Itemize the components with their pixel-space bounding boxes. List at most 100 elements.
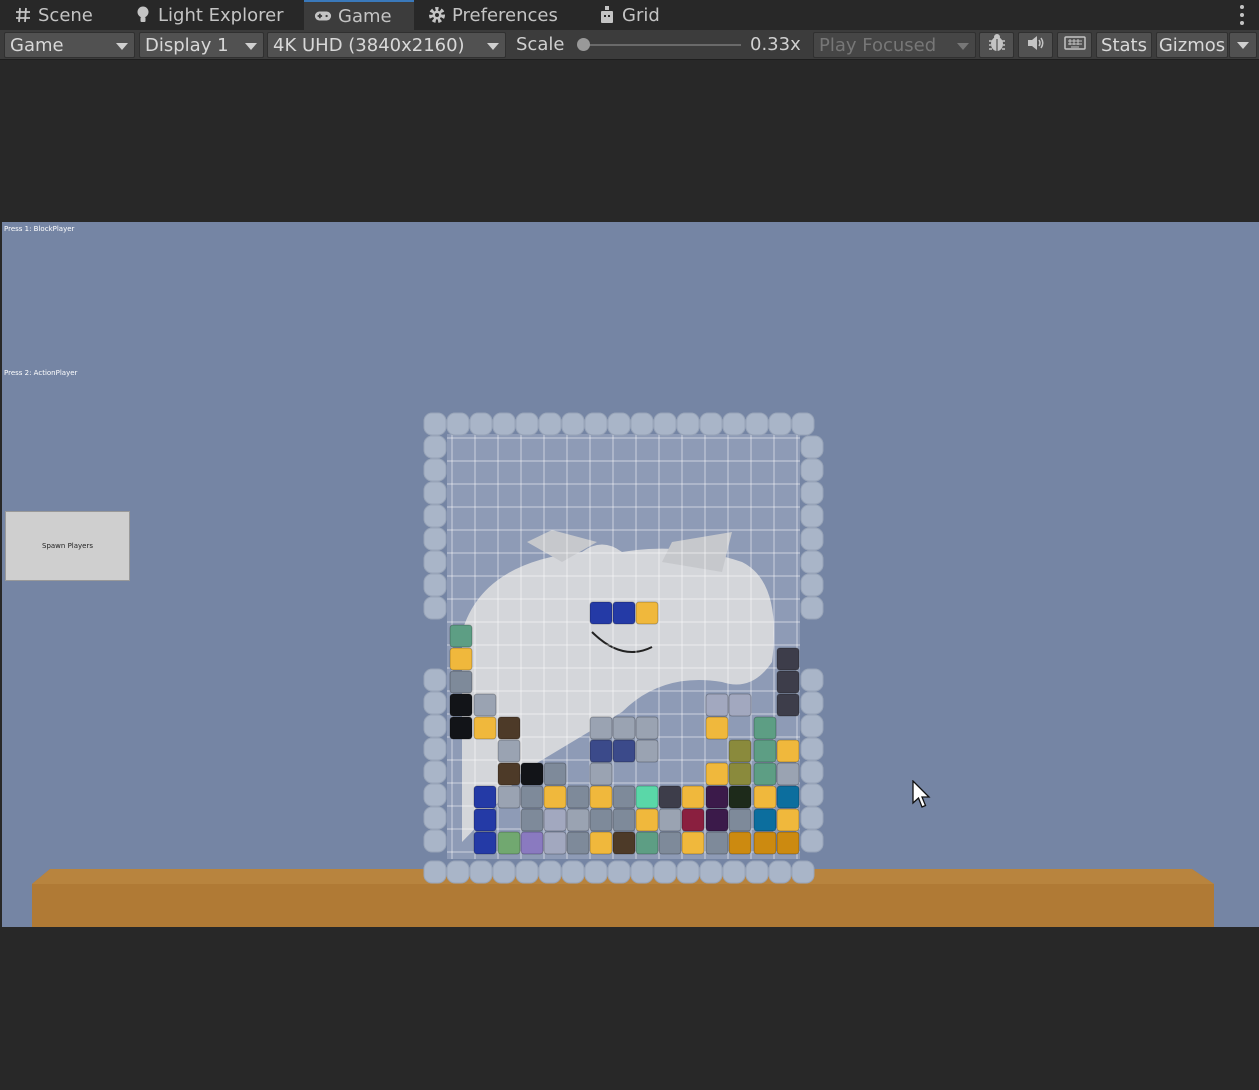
puzzle-block (449, 624, 473, 648)
tab-preferences[interactable]: Preferences (418, 0, 568, 30)
puzzle-block (658, 808, 682, 832)
frame-bead (722, 412, 746, 436)
puzzle-block (449, 647, 473, 671)
puzzle-block (612, 785, 636, 809)
puzzle-block (776, 670, 800, 694)
tab-grid[interactable]: Grid (588, 0, 670, 30)
puzzle-block (753, 762, 777, 786)
frame-bead (423, 527, 447, 551)
frame-bead (768, 412, 792, 436)
stats-label: Stats (1101, 34, 1147, 56)
puzzle-block (776, 647, 800, 671)
puzzle-block (635, 601, 659, 625)
frame-bead (515, 412, 539, 436)
puzzle-block (543, 831, 567, 855)
scale-slider-track[interactable] (583, 44, 741, 46)
tab-label: Scene (38, 4, 93, 26)
game-viewport[interactable]: Press 1: BlockPlayer Press 2: ActionPlay… (2, 222, 1259, 927)
puzzle-block (705, 785, 729, 809)
frame-bead (446, 860, 470, 884)
puzzle-block (497, 785, 521, 809)
frame-bead (423, 668, 447, 692)
chevron-down-icon (245, 43, 257, 50)
frame-bead (423, 714, 447, 738)
frame-bead (423, 412, 447, 436)
play-mode-dropdown[interactable]: Play Focused (813, 32, 976, 58)
frame-bead (800, 435, 824, 459)
puzzle-block (753, 808, 777, 832)
debug-toggle-button[interactable] (979, 32, 1014, 58)
chevron-down-icon (116, 43, 128, 50)
frame-bead (423, 806, 447, 830)
frame-bead (492, 860, 516, 884)
scale-slider-handle[interactable] (577, 38, 590, 51)
puzzle-block (566, 808, 590, 832)
frame-bead (423, 691, 447, 715)
frame-bead (561, 412, 585, 436)
tab-options-menu-icon[interactable] (1239, 5, 1245, 25)
speaker-icon (1026, 34, 1046, 57)
display-value: Display 1 (145, 34, 229, 56)
shortcuts-toggle-button[interactable] (1057, 32, 1092, 58)
frame-bead (722, 860, 746, 884)
frame-bead (800, 737, 824, 761)
frame-bead (515, 860, 539, 884)
frame-bead (423, 760, 447, 784)
frame-bead (800, 481, 824, 505)
tab-light-explorer[interactable]: Light Explorer (124, 0, 294, 30)
bug-icon (986, 33, 1008, 58)
tab-label: Game (338, 5, 392, 27)
frame-bead (423, 435, 447, 459)
frame-bead (469, 860, 493, 884)
puzzle-block (705, 693, 729, 717)
puzzle-block (589, 831, 613, 855)
puzzle-block (728, 739, 752, 763)
frame-bead (423, 504, 447, 528)
frame-bead (676, 860, 700, 884)
puzzle-block (543, 762, 567, 786)
puzzle-block (497, 831, 521, 855)
puzzle-block (543, 785, 567, 809)
puzzle-block (658, 831, 682, 855)
puzzle-block (473, 785, 497, 809)
frame-bead (676, 412, 700, 436)
tab-game[interactable]: Game (304, 0, 414, 30)
puzzle-block (728, 762, 752, 786)
view-mode-dropdown[interactable]: Game (4, 32, 135, 58)
tab-label: Light Explorer (158, 4, 284, 26)
gizmos-button[interactable]: Gizmos (1156, 32, 1228, 58)
frame-bead (800, 714, 824, 738)
frame-bead (800, 596, 824, 620)
puzzle-block (589, 808, 613, 832)
stats-button[interactable]: Stats (1096, 32, 1152, 58)
puzzle-block (589, 601, 613, 625)
puzzle-block (635, 831, 659, 855)
puzzle-block (728, 785, 752, 809)
frame-bead (423, 737, 447, 761)
resolution-dropdown[interactable]: 4K UHD (3840x2160) (267, 32, 506, 58)
puzzle-block (635, 808, 659, 832)
frame-bead (492, 412, 516, 436)
puzzle-block (635, 739, 659, 763)
puzzle-block (449, 693, 473, 717)
puzzle-block (473, 716, 497, 740)
frame-bead (800, 783, 824, 807)
frame-bead (745, 860, 769, 884)
puzzle-block (589, 762, 613, 786)
puzzle-block (566, 785, 590, 809)
puzzle-block (449, 716, 473, 740)
play-mode-value: Play Focused (819, 34, 937, 56)
puzzle-block (520, 785, 544, 809)
scale-value: 0.33x (750, 34, 801, 55)
display-dropdown[interactable]: Display 1 (139, 32, 264, 58)
frame-bead (800, 573, 824, 597)
view-mode-value: Game (10, 34, 64, 56)
puzzle-block (520, 831, 544, 855)
puzzle-block (776, 693, 800, 717)
mute-audio-button[interactable] (1018, 32, 1053, 58)
tab-scene[interactable]: Scene (4, 0, 103, 30)
gizmos-dropdown-button[interactable] (1229, 32, 1257, 58)
frame-bead (423, 481, 447, 505)
puzzle-block (705, 831, 729, 855)
frame-bead (768, 860, 792, 884)
